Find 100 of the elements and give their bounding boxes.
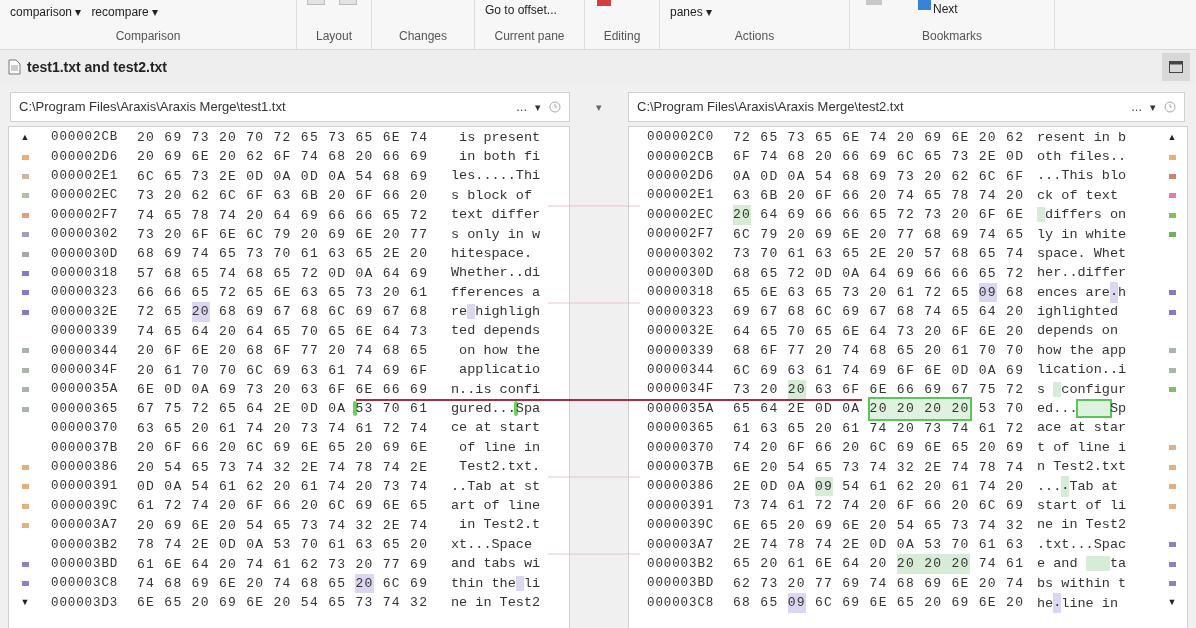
ascii-text: .txt...Spac	[1037, 535, 1127, 554]
offset-text: 00000365	[51, 400, 120, 418]
hex-bytes: 73 20 62 6C 6F 63 6B 20 6F 66 20	[137, 187, 430, 206]
history-icon[interactable]	[1164, 101, 1176, 113]
offset-text: 00000386	[647, 478, 716, 496]
ascii-text: Whether..di	[451, 264, 541, 283]
offset-text: 0000030D	[51, 245, 120, 263]
dropdown-button[interactable]: comparison ▾	[10, 3, 82, 21]
offset-text: 00000365	[647, 420, 716, 438]
offset-text: 0000037B	[647, 458, 716, 476]
hex-bytes: 61 6E 64 20 74 61 62 73 20 77 69	[137, 555, 430, 574]
offset-text: 00000339	[51, 323, 120, 341]
offset-text: 0000034F	[51, 362, 120, 379]
offset-text: 00000339	[647, 342, 716, 360]
more-button[interactable]: ...	[516, 97, 527, 117]
dropdown-button[interactable]: ▾	[535, 98, 541, 116]
offset-text: 000003A7	[647, 536, 716, 554]
offset-text: 00000386	[51, 458, 120, 476]
ascii-text: he.line in	[1037, 592, 1120, 614]
path-field[interactable]: C:\Program Files\Araxis\Araxis Merge\test1.txt ... ▾	[10, 92, 570, 122]
hex-bytes: 74 65 78 74 20 64 69 66 66 65 72	[137, 206, 430, 225]
dropdown-button[interactable]: panes ▾	[670, 3, 713, 21]
hex-bytes: 68 69 74 65 73 70 61 63 65 2E 20	[137, 245, 430, 264]
layout-icon[interactable]	[307, 0, 325, 5]
ascii-text: xt...Space	[451, 535, 533, 554]
offset-text: 000002CB	[647, 148, 716, 166]
group-label: Bookmarks	[921, 28, 983, 45]
group-label: Editing	[602, 28, 642, 45]
offset-text: 000003C8	[647, 594, 716, 612]
ascii-text: ne in Test2	[1037, 516, 1127, 535]
ascii-text: on how the	[458, 341, 541, 360]
hex-bytes: 20 69 73 20 70 72 65 73 65 6E 74	[137, 128, 430, 147]
hex-bytes: 20 69 6E 20 62 6F 74 68 20 66 69	[137, 148, 430, 167]
path-field[interactable]: C:\Program Files\Araxis\Araxis Merge\test2.txt ... ▾	[628, 92, 1185, 122]
ascii-text: and tabs wi	[451, 555, 541, 574]
hex-bytes: 68 65 09 6C 69 6E 65 20 69 6E 20	[733, 593, 1026, 613]
offset-text: 0000035A	[647, 400, 716, 418]
ascii-text: n..is confi	[451, 380, 541, 399]
ascii-text: e and ta	[1037, 555, 1127, 574]
ascii-text: lication..i	[1037, 361, 1127, 380]
group-label: Actions	[733, 28, 776, 45]
offset-text: 000002E1	[647, 187, 716, 205]
hex-bytes: 6E 65 20 69 6E 20 54 65 73 74 32	[137, 594, 430, 613]
layout-icon[interactable]	[339, 0, 357, 5]
edit-icon[interactable]	[597, 0, 611, 6]
ascii-text: n Test2.txt	[1037, 458, 1127, 477]
offset-text: 00000391	[647, 497, 716, 515]
ascii-text: ences are.h	[1037, 282, 1127, 304]
ascii-text: s configur	[1037, 380, 1127, 399]
ascii-text: ....Tab at	[1037, 476, 1127, 498]
ascii-text: s block of	[451, 186, 533, 205]
ascii-text: hitespace.	[451, 244, 533, 263]
offset-text: 000003D3	[51, 594, 120, 612]
more-button[interactable]: ...	[1131, 97, 1142, 117]
ascii-text: les.....Thi	[451, 167, 541, 186]
hex-bytes: 6E 65 20 69 6E 20 54 65 73 74 32	[733, 516, 1026, 535]
ascii-text: her..differ	[1037, 264, 1127, 283]
ascii-text: ...This blo	[1037, 167, 1127, 186]
hex-bytes: 74 20 6F 66 20 6C 69 6E 65 20 69	[733, 439, 1026, 458]
hex-bytes: 65 20 61 6E 64 20 20 20 20 74 61	[733, 554, 1026, 575]
hex-bytes: 57 68 65 74 68 65 72 0D 0A 64 69	[137, 264, 430, 283]
scroll-up-button[interactable]: ▲	[20, 130, 30, 145]
offset-text: 0000032E	[647, 323, 716, 341]
bookmark-icon[interactable]	[866, 0, 882, 5]
next-bookmark-button[interactable]: Next	[918, 0, 958, 18]
dropdown-button[interactable]: ▾	[570, 98, 628, 116]
hex-bytes: 74 68 69 6E 20 74 68 65 20 6C 69	[137, 573, 430, 594]
scroll-down-button[interactable]: ▼	[20, 596, 30, 610]
offset-text: 000003C8	[51, 575, 120, 593]
offset-text: 0000037B	[51, 439, 120, 457]
dropdown-button[interactable]: recompare ▾	[91, 3, 159, 21]
offset-text: 0000039C	[647, 517, 716, 535]
offset-text: 000002F7	[51, 206, 120, 224]
hex-bytes: 61 63 65 20 61 74 20 73 74 61 72	[733, 419, 1026, 438]
hex-bytes: 6F 74 68 20 66 69 6C 65 73 2E 0D	[733, 148, 1026, 167]
offset-text: 00000370	[647, 439, 716, 457]
bookmark-icon	[918, 0, 931, 10]
hex-bytes: 62 73 20 77 69 74 68 69 6E 20 74	[733, 574, 1026, 593]
hex-bytes: 61 72 74 20 6F 66 20 6C 69 6E 65	[137, 497, 430, 516]
offset-text: 000003BD	[647, 575, 716, 593]
hex-bytes: 6E 0D 0A 69 73 20 63 6F 6E 66 69	[137, 381, 430, 400]
offset-text: 00000302	[647, 245, 716, 263]
offset-text: 000003A7	[51, 517, 120, 535]
go-to-offset-button[interactable]: Go to offset...	[485, 1, 557, 19]
ascii-text: in Test2.t	[458, 516, 541, 535]
scroll-up-button[interactable]: ▲	[1167, 130, 1177, 145]
dropdown-button[interactable]: ▾	[1150, 98, 1156, 116]
group-label: Layout	[315, 28, 353, 45]
maximize-button[interactable]	[1162, 53, 1190, 81]
ascii-text: how the app	[1037, 341, 1127, 360]
hex-bytes: 20 6F 66 20 6C 69 6E 65 20 69 6E	[137, 439, 430, 458]
scroll-down-button[interactable]: ▼	[1167, 596, 1177, 610]
offset-text: 000002EC	[647, 206, 716, 224]
offset-text: 00000323	[51, 284, 120, 302]
document-title[interactable]: test1.txt and test2.txt	[27, 56, 168, 78]
hex-bytes: 63 6B 20 6F 66 20 74 65 78 74 20	[733, 187, 1026, 206]
ascii-text: s only in w	[451, 225, 541, 244]
offset-text: 00000370	[51, 420, 120, 438]
hex-bytes: 72 65 73 65 6E 74 20 69 6E 20 62	[733, 128, 1026, 147]
history-icon[interactable]	[549, 101, 561, 113]
